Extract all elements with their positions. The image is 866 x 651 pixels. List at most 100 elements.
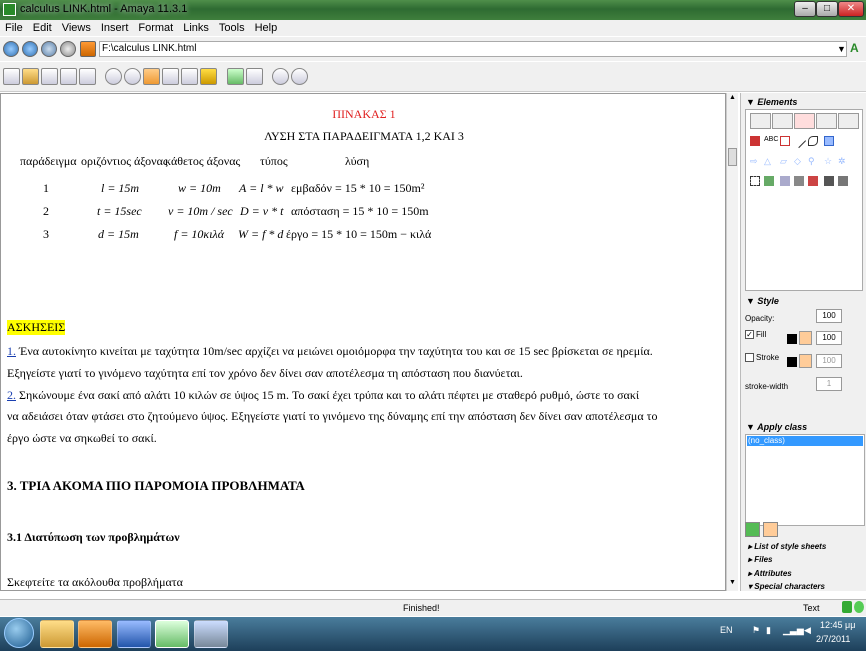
open-icon[interactable] <box>22 68 39 85</box>
undo-icon[interactable] <box>105 68 122 85</box>
address-input[interactable]: F:\calculus LINK.html <box>99 41 847 57</box>
document-view[interactable]: ΠΙΝΑΚΑΣ 1 ΛΥΣΗ ΣΤΑ ΠΑΡΑΔΕΙΓΜΑΤΑ 1,2 ΚΑΙ … <box>0 93 726 591</box>
menu-views[interactable]: Views <box>57 20 96 34</box>
transform-tool-icon[interactable] <box>780 176 790 186</box>
forward-icon[interactable] <box>22 41 38 57</box>
spellcheck-icon[interactable] <box>227 68 244 85</box>
class-palette-button[interactable] <box>763 522 778 537</box>
menu-file[interactable]: File <box>0 20 28 34</box>
fill-checkbox[interactable]: ✓ <box>745 330 754 339</box>
group-tool-icon[interactable] <box>750 176 760 186</box>
find-icon[interactable] <box>246 68 263 85</box>
star-tool-icon[interactable]: ☆ <box>824 156 834 166</box>
callout-tool-icon[interactable]: ⚲ <box>808 156 818 166</box>
menu-edit[interactable]: Edit <box>28 20 57 34</box>
start-button[interactable] <box>4 618 34 648</box>
media-player-taskbar-icon[interactable] <box>78 620 112 648</box>
exercise-1-link[interactable]: 1. <box>7 344 16 358</box>
reload-icon[interactable] <box>41 41 57 57</box>
back-icon[interactable] <box>3 41 19 57</box>
document-scrollbar[interactable]: ▲ ▼ <box>726 93 738 591</box>
paste-icon[interactable] <box>181 68 198 85</box>
parallelogram-tool-icon[interactable]: ▱ <box>780 156 790 166</box>
square-tool-icon[interactable] <box>824 136 834 146</box>
exercise-2-link[interactable]: 2. <box>7 388 16 402</box>
shape-tool-icon[interactable] <box>750 136 760 146</box>
table-cell: d = 15m <box>98 227 139 241</box>
fill-opacity-input[interactable]: 100 <box>816 331 842 345</box>
distribute-tool-icon[interactable] <box>808 176 818 186</box>
maximize-button[interactable]: □ <box>816 1 838 17</box>
word-taskbar-icon[interactable] <box>117 620 151 648</box>
save-icon[interactable] <box>41 68 58 85</box>
stop-icon[interactable] <box>60 41 76 57</box>
home-icon[interactable] <box>80 41 96 57</box>
list-style-sheets-section[interactable]: ▸ List of style sheets <box>748 542 826 551</box>
svg-tab-icon[interactable] <box>794 113 815 129</box>
stroke-palette-icon[interactable] <box>799 354 812 368</box>
fill-palette-icon[interactable] <box>799 331 812 345</box>
save-as-icon[interactable] <box>60 68 77 85</box>
image-tool-icon[interactable] <box>764 176 774 186</box>
apply-class-heading[interactable]: ▼ Apply class <box>746 422 807 432</box>
attributes-section[interactable]: ▸ Attributes <box>748 569 792 578</box>
menu-help[interactable]: Help <box>250 20 283 34</box>
menu-insert[interactable]: Insert <box>96 20 134 34</box>
opacity-input[interactable]: 100 <box>816 309 842 323</box>
print-icon[interactable] <box>79 68 96 85</box>
new-icon[interactable] <box>3 68 20 85</box>
triangle-tool-icon[interactable]: △ <box>764 156 774 166</box>
signal-icon[interactable]: ▁▃▅ <box>783 625 804 636</box>
language-indicator[interactable]: EN <box>720 625 733 635</box>
elements-heading[interactable]: ▼ Elements <box>746 97 797 107</box>
class-list[interactable]: (no_class) <box>745 434 865 526</box>
stroke-color-swatch[interactable] <box>787 357 797 367</box>
copy-icon[interactable] <box>162 68 179 85</box>
amaya-taskbar-icon[interactable] <box>155 620 189 648</box>
math-tab-icon[interactable] <box>772 113 793 129</box>
cut-icon[interactable] <box>143 68 160 85</box>
text-tool-icon[interactable]: ABC <box>764 136 778 146</box>
menu-format[interactable]: Format <box>133 20 178 34</box>
style-heading[interactable]: ▼ Style <box>746 296 779 306</box>
volume-icon[interactable]: ◀ <box>804 625 811 636</box>
scroll-down-icon[interactable]: ▼ <box>728 579 737 586</box>
menu-links[interactable]: Links <box>178 20 214 34</box>
xml-tab-icon[interactable] <box>838 113 859 129</box>
app-taskbar-icon[interactable] <box>194 620 228 648</box>
menu-tools[interactable]: Tools <box>214 20 250 34</box>
redo-icon[interactable] <box>124 68 141 85</box>
network-icon[interactable]: ▮ <box>766 625 771 636</box>
curve-tool-icon[interactable] <box>808 136 818 146</box>
class-item[interactable]: (no_class) <box>747 436 863 446</box>
flag-icon[interactable]: ⚑ <box>752 625 760 636</box>
flip-tool-icon[interactable] <box>838 176 848 186</box>
clock-time[interactable]: 12:45 μμ <box>820 620 855 630</box>
special-characters-section[interactable]: ▾ Special characters <box>748 582 825 591</box>
stroke-checkbox[interactable] <box>745 353 754 362</box>
burst-tool-icon[interactable]: ✲ <box>838 156 848 166</box>
template-tab-icon[interactable] <box>816 113 837 129</box>
zoom-out-icon[interactable] <box>291 68 308 85</box>
xhtml-tab-icon[interactable] <box>750 113 771 129</box>
stroke-width-input[interactable]: 1 <box>816 377 842 391</box>
close-button[interactable]: ✕ <box>838 1 864 17</box>
css-icon[interactable] <box>200 68 217 85</box>
scroll-up-icon[interactable]: ▲ <box>728 94 737 101</box>
explorer-taskbar-icon[interactable] <box>40 620 74 648</box>
apply-class-button[interactable] <box>745 522 760 537</box>
zoom-in-icon[interactable] <box>272 68 289 85</box>
scroll-thumb[interactable] <box>728 148 737 166</box>
arrow-tool-icon[interactable]: ⇨ <box>750 156 760 166</box>
fill-color-swatch[interactable] <box>787 334 797 344</box>
align-tool-icon[interactable] <box>794 176 804 186</box>
order-tool-icon[interactable] <box>824 176 834 186</box>
stroke-opacity-input[interactable]: 100 <box>816 354 842 368</box>
rect-tool-icon[interactable] <box>780 136 790 146</box>
chevron-down-icon[interactable]: ▼ <box>837 44 846 54</box>
diamond-tool-icon[interactable]: ◇ <box>794 156 804 166</box>
minimize-button[interactable]: – <box>794 1 816 17</box>
files-section[interactable]: ▸ Files <box>748 555 772 564</box>
line-tool-icon[interactable] <box>791 133 807 149</box>
clock-date[interactable]: 2/7/2011 <box>816 634 850 644</box>
